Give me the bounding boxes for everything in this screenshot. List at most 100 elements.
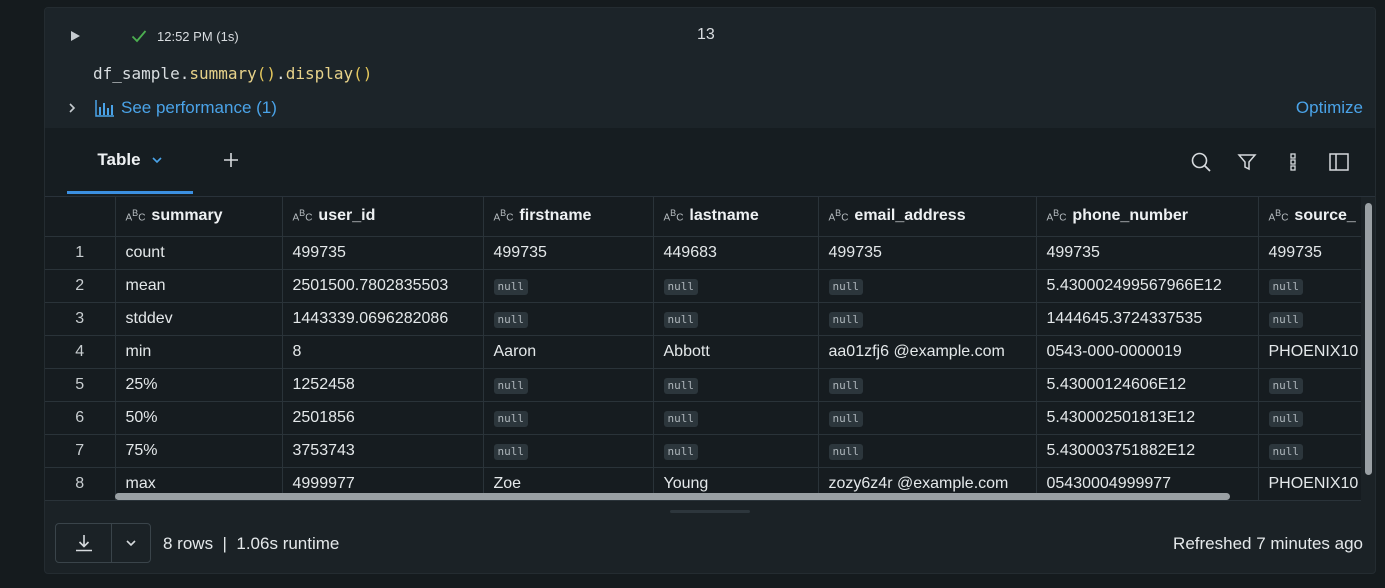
table-cell[interactable]: null <box>483 434 654 468</box>
kebab-menu-icon <box>1290 153 1296 171</box>
table-cell[interactable]: 1444645.3724337535 <box>1036 302 1259 336</box>
null-badge: null <box>493 311 528 328</box>
table-cell[interactable]: count <box>115 236 283 270</box>
null-badge: null <box>663 278 698 295</box>
see-performance-link[interactable]: See performance (1) <box>95 98 277 118</box>
table-cell[interactable]: null <box>653 401 819 435</box>
table-cell[interactable]: 3753743 <box>282 434 484 468</box>
results-table[interactable]: ABC summary ABC user_id ABC firstname ABC la… <box>45 197 1361 501</box>
table-cell[interactable]: null <box>483 401 654 435</box>
column-header[interactable]: ABC user_id <box>282 197 484 237</box>
table-row: 7 75% 3753743 null null null 5.430003751882E12… <box>45 434 1361 468</box>
column-header[interactable]: ABC phone_number <box>1036 197 1259 237</box>
expand-performance-button[interactable] <box>65 102 79 114</box>
download-button[interactable] <box>56 524 113 562</box>
execution-status: 12:52 PM (1s) <box>131 26 239 46</box>
table-cell[interactable]: 499735 <box>483 236 654 270</box>
more-options-button[interactable] <box>1281 150 1305 174</box>
table-cell[interactable]: null <box>653 368 819 402</box>
row-number: 6 <box>45 401 116 435</box>
null-badge: null <box>1268 311 1303 328</box>
table-cell[interactable]: null <box>483 269 654 303</box>
table-cell[interactable]: 499735 <box>818 236 1037 270</box>
toggle-sidebar-button[interactable] <box>1327 150 1351 174</box>
chevron-down-icon[interactable] <box>151 156 163 164</box>
table-cell[interactable]: 499735 <box>282 236 484 270</box>
null-badge: null <box>493 410 528 427</box>
table-cell[interactable]: null <box>818 434 1037 468</box>
tab-table[interactable]: Table <box>67 128 193 194</box>
code-function-display: display <box>285 64 354 83</box>
horizontal-scroll-thumb[interactable] <box>115 493 1230 500</box>
null-badge: null <box>828 443 863 460</box>
null-badge: null <box>493 377 528 394</box>
table-cell[interactable]: 499735 <box>1258 236 1361 270</box>
column-header[interactable]: ABC lastname <box>653 197 819 237</box>
header-row: ABC summary ABC user_id ABC firstname ABC la… <box>45 197 1361 237</box>
column-header[interactable]: ABC summary <box>115 197 283 237</box>
table-cell[interactable]: 1252458 <box>282 368 484 402</box>
table-cell[interactable]: null <box>1258 401 1361 435</box>
vertical-scroll-thumb[interactable] <box>1365 203 1372 475</box>
string-type-icon: ABC <box>1268 208 1289 224</box>
table-cell[interactable]: null <box>1258 434 1361 468</box>
code-editor[interactable]: df_sample.summary().display() <box>93 64 372 83</box>
table-cell[interactable]: null <box>1258 368 1361 402</box>
table-cell[interactable]: 5.430003751882E12 <box>1036 434 1259 468</box>
row-number: 8 <box>45 467 116 501</box>
table-cell[interactable]: 2501856 <box>282 401 484 435</box>
string-type-icon: ABC <box>663 208 684 224</box>
table-cell[interactable]: 75% <box>115 434 283 468</box>
table-cell[interactable]: mean <box>115 269 283 303</box>
table-cell[interactable]: min <box>115 335 283 369</box>
table-cell[interactable]: null <box>818 401 1037 435</box>
table-cell[interactable]: PHOENIX10 <box>1258 335 1361 369</box>
row-number: 3 <box>45 302 116 336</box>
bar-chart-icon <box>95 100 114 117</box>
table-cell[interactable]: 25% <box>115 368 283 402</box>
optimize-link[interactable]: Optimize <box>1296 98 1363 118</box>
add-visualization-button[interactable] <box>219 148 243 172</box>
run-cell-button[interactable] <box>65 26 85 46</box>
table-cell[interactable]: aa01zfj6 @example.com <box>818 335 1037 369</box>
null-badge: null <box>828 377 863 394</box>
table-cell[interactable]: 5.430002501813E12 <box>1036 401 1259 435</box>
table-cell[interactable]: null <box>818 269 1037 303</box>
table-cell[interactable]: null <box>483 368 654 402</box>
table-toolbar <box>1189 148 1351 176</box>
results-footer: 8 rows | 1.06s runtime Refreshed 7 minut… <box>45 514 1375 573</box>
search-button[interactable] <box>1189 150 1213 174</box>
table-cell[interactable]: null <box>653 269 819 303</box>
table-cell[interactable]: Aaron <box>483 335 654 369</box>
column-header[interactable]: ABC source_ <box>1258 197 1361 237</box>
table-cell[interactable]: null <box>653 434 819 468</box>
table-cell[interactable]: 449683 <box>653 236 819 270</box>
table-cell[interactable]: 499735 <box>1036 236 1259 270</box>
row-number: 1 <box>45 236 116 270</box>
table-cell[interactable]: null <box>483 302 654 336</box>
table-cell[interactable]: 2501500.7802835503 <box>282 269 484 303</box>
table-cell[interactable]: 8 <box>282 335 484 369</box>
table-cell[interactable]: 5.430002499567966E12 <box>1036 269 1259 303</box>
table-cell[interactable]: null <box>818 368 1037 402</box>
table-cell[interactable]: 50% <box>115 401 283 435</box>
null-badge: null <box>663 377 698 394</box>
table-cell[interactable]: 5.43000124606E12 <box>1036 368 1259 402</box>
table-cell[interactable]: null <box>1258 302 1361 336</box>
table-cell[interactable]: null <box>818 302 1037 336</box>
vertical-scrollbar[interactable] <box>1365 197 1373 502</box>
column-header[interactable]: ABC email_address <box>818 197 1037 237</box>
download-options-button[interactable] <box>112 524 150 562</box>
horizontal-scrollbar[interactable] <box>115 493 1360 501</box>
table-cell[interactable]: stddev <box>115 302 283 336</box>
filter-button[interactable] <box>1235 150 1259 174</box>
table-cell[interactable]: 1443339.0696282086 <box>282 302 484 336</box>
table-cell[interactable]: Abbott <box>653 335 819 369</box>
table-cell[interactable]: null <box>1258 269 1361 303</box>
resize-handle[interactable] <box>670 510 750 513</box>
column-header[interactable]: ABC firstname <box>483 197 654 237</box>
plus-icon <box>224 153 238 167</box>
see-performance-label: See performance (1) <box>121 98 277 117</box>
table-cell[interactable]: null <box>653 302 819 336</box>
table-cell[interactable]: 0543-000-0000019 <box>1036 335 1259 369</box>
